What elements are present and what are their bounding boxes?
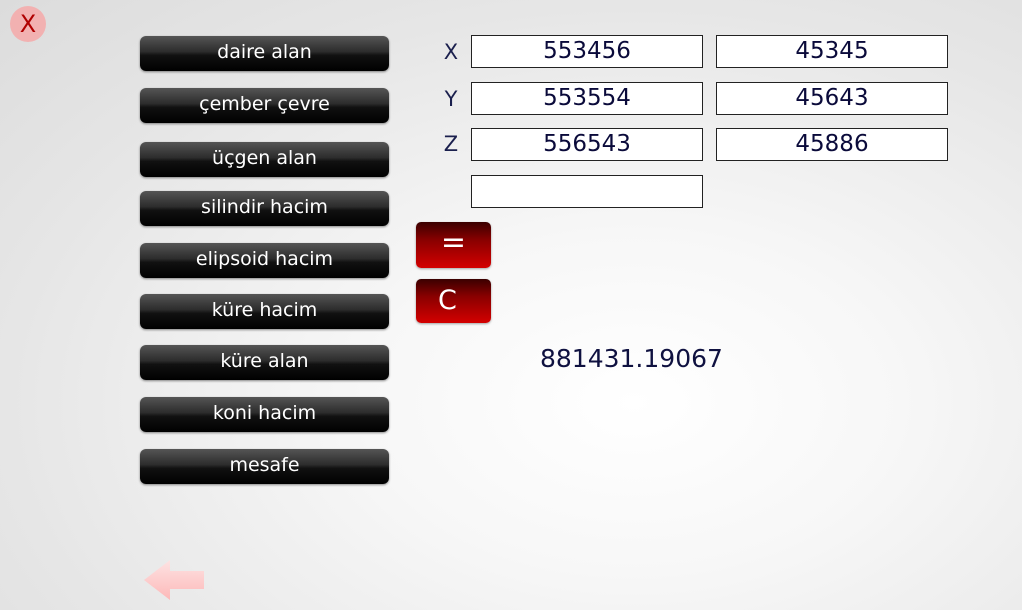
x1-field[interactable]: 553456 <box>471 35 703 68</box>
equals-button[interactable]: = <box>416 222 491 268</box>
kure-alan-button[interactable]: küre alan <box>140 345 389 380</box>
axis-label-z: Z <box>443 132 459 156</box>
x2-field[interactable]: 45345 <box>716 35 948 68</box>
z1-field[interactable]: 556543 <box>471 128 703 161</box>
equals-label: = <box>440 225 467 260</box>
axis-label-x: X <box>443 40 459 64</box>
axis-label-y: Y <box>444 87 458 111</box>
kure-hacim-button[interactable]: küre hacim <box>140 294 389 329</box>
daire-alan-button[interactable]: daire alan <box>140 36 389 71</box>
silindir-hacim-button[interactable]: silindir hacim <box>140 191 389 226</box>
clear-button[interactable]: C <box>416 279 491 323</box>
back-arrow-icon <box>144 560 204 600</box>
clear-label: C <box>438 285 457 316</box>
ucgen-alan-button[interactable]: üçgen alan <box>140 142 389 177</box>
y1-field[interactable]: 553554 <box>471 82 703 115</box>
close-button[interactable]: X <box>10 6 46 42</box>
extra-field[interactable] <box>471 175 703 208</box>
z2-field[interactable]: 45886 <box>716 128 948 161</box>
mesafe-button[interactable]: mesafe <box>140 449 389 484</box>
close-icon: X <box>19 10 37 38</box>
back-button[interactable] <box>142 558 206 602</box>
y2-field[interactable]: 45643 <box>716 82 948 115</box>
elipsoid-hacim-button[interactable]: elipsoid hacim <box>140 243 389 278</box>
result-text: 881431.19067 <box>540 344 723 373</box>
cember-cevre-button[interactable]: çember çevre <box>140 88 389 123</box>
koni-hacim-button[interactable]: koni hacim <box>140 397 389 432</box>
